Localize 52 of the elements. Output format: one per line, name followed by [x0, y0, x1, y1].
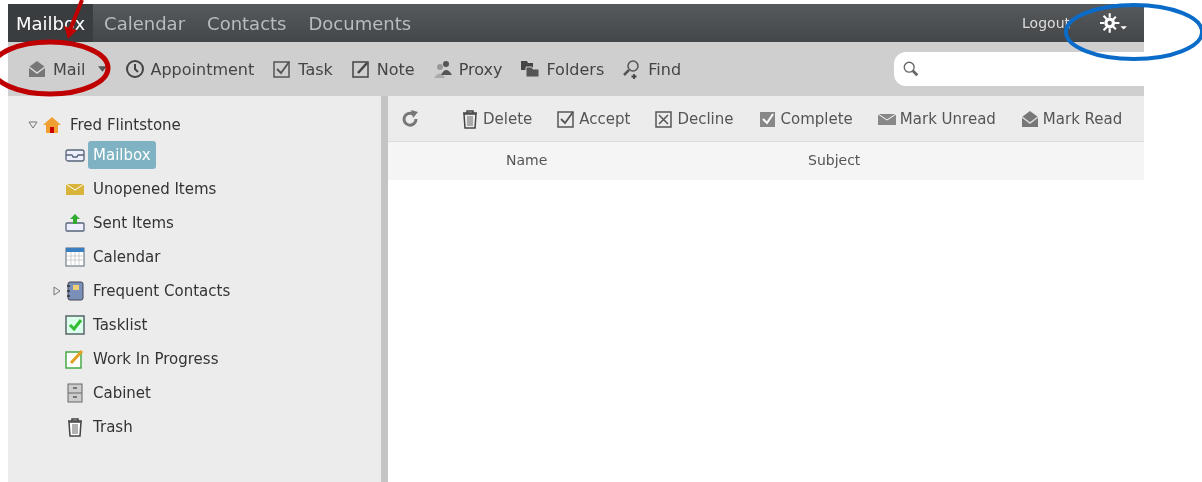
caret-icon	[97, 66, 107, 72]
nav-tab[interactable]: Calendar	[93, 4, 197, 42]
address-book-icon	[65, 281, 85, 301]
action-button[interactable]: Delete	[450, 108, 543, 129]
search-field[interactable]	[894, 52, 1144, 86]
folder-item[interactable]: Work In Progress	[88, 345, 224, 373]
nav-tab[interactable]: Documents	[297, 4, 423, 42]
column-header[interactable]: Name	[506, 152, 548, 168]
toolbar-button[interactable]: Mail	[18, 52, 116, 86]
folder-item[interactable]: Calendar	[88, 243, 166, 271]
folder-item[interactable]: Frequent Contacts	[88, 277, 236, 305]
folder-item[interactable]: Unopened Items	[88, 175, 222, 203]
people-icon	[432, 59, 453, 79]
outbox-tray-icon	[65, 213, 85, 233]
folder-item[interactable]: Sent Items	[88, 209, 179, 237]
checkbox-icon	[272, 59, 293, 79]
toolbar-button[interactable]: Proxy	[423, 52, 512, 86]
settings-icon[interactable]	[1100, 12, 1128, 34]
house-icon	[42, 115, 62, 135]
folders-icon	[520, 59, 541, 79]
toolbar-button[interactable]: Task	[263, 52, 342, 86]
toolbar-button[interactable]: Folders	[511, 52, 614, 86]
toolbar-button[interactable]: Find	[613, 52, 691, 86]
calendar-icon	[65, 247, 85, 267]
pencil-note-icon	[350, 59, 371, 79]
folder-item[interactable]: Tasklist	[88, 311, 153, 339]
nav-tab[interactable]: Contacts	[196, 4, 298, 42]
action-button[interactable]: Decline	[644, 108, 744, 129]
folder-item[interactable]: Trash	[88, 413, 138, 441]
action-button[interactable]: Accept	[546, 108, 641, 129]
checkbox-icon	[556, 108, 577, 129]
toolbar-button[interactable]: Note	[341, 52, 424, 86]
envelope-icon	[1019, 108, 1040, 129]
refresh-icon[interactable]	[400, 108, 420, 129]
clock-icon	[124, 59, 145, 79]
pencil-note-icon	[65, 349, 85, 369]
account-name[interactable]: Fred Flintstone	[70, 116, 181, 134]
toolbar-button[interactable]: Appointment	[115, 52, 264, 86]
folder-item[interactable]: Cabinet	[88, 379, 156, 407]
filing-cabinet-icon	[65, 383, 85, 403]
trash-icon	[65, 417, 85, 437]
action-button[interactable]: Complete	[747, 108, 863, 129]
trash-icon	[460, 108, 480, 129]
envelope-icon	[27, 59, 47, 79]
action-button[interactable]: Mark Unread	[866, 108, 1006, 129]
cross-box-icon	[654, 108, 675, 129]
search-icon	[902, 60, 920, 78]
column-header[interactable]: Subject	[808, 152, 861, 168]
action-button[interactable]: Mark Read	[1009, 108, 1133, 129]
checkbox-icon	[65, 315, 85, 335]
expand-triangle-icon[interactable]	[52, 286, 62, 296]
expand-triangle-icon[interactable]	[28, 120, 38, 130]
